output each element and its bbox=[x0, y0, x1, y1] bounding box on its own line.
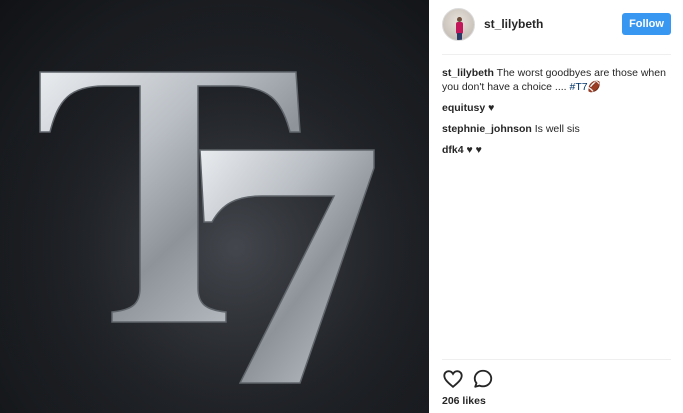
comments-list: st_lilybeth The worst goodbyes are those… bbox=[442, 66, 671, 164]
comment-username[interactable]: stephnie_johnson bbox=[442, 123, 532, 135]
comment-username[interactable]: dfk4 bbox=[442, 144, 464, 156]
comment-username[interactable]: st_lilybeth bbox=[442, 67, 494, 79]
post-image[interactable] bbox=[0, 0, 429, 413]
comment-text: Is well sis bbox=[534, 123, 580, 135]
actions-divider bbox=[442, 359, 671, 360]
comment-text: ♥ bbox=[488, 102, 495, 114]
heart-icon[interactable] bbox=[442, 368, 464, 390]
post-image-graphic bbox=[0, 0, 429, 413]
list-item: dfk4 ♥ ♥ bbox=[442, 143, 671, 157]
comment-text: ♥ ♥ bbox=[466, 144, 482, 156]
speech-bubble-icon[interactable] bbox=[472, 368, 494, 390]
post-header: st_lilybeth Follow bbox=[429, 0, 683, 50]
caption-comment: st_lilybeth The worst goodbyes are those… bbox=[442, 66, 671, 94]
list-item: equitusy ♥ bbox=[442, 101, 671, 115]
header-divider bbox=[442, 54, 671, 55]
hashtag-link[interactable]: #T7🏈 bbox=[570, 81, 601, 93]
post-sidebar: st_lilybeth Follow st_lilybeth The worst… bbox=[429, 0, 683, 413]
comment-username[interactable]: equitusy bbox=[442, 102, 485, 114]
likes-count[interactable]: 206 likes bbox=[442, 395, 486, 407]
follow-button[interactable]: Follow bbox=[622, 13, 671, 35]
avatar[interactable] bbox=[442, 8, 475, 41]
post-username[interactable]: st_lilybeth bbox=[484, 17, 543, 31]
list-item: stephnie_johnson Is well sis bbox=[442, 122, 671, 136]
